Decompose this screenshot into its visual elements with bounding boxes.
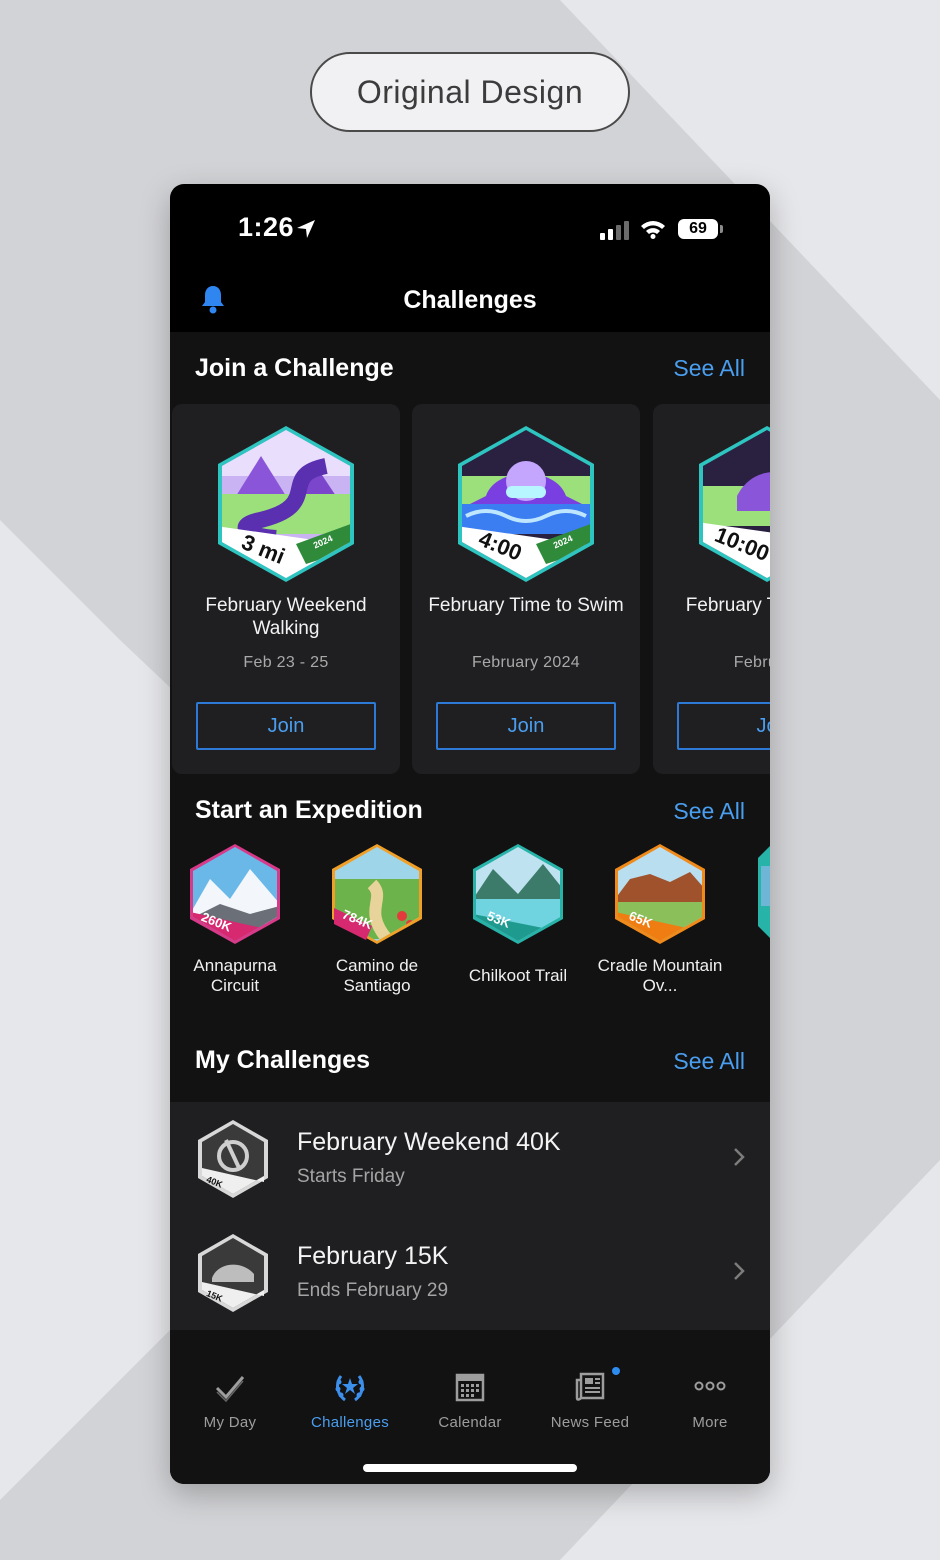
- camino-badge-icon: 784K: [332, 844, 422, 944]
- cradle-mountain-badge-icon: 65K: [615, 844, 705, 944]
- tab-challenges[interactable]: Challenges: [290, 1370, 410, 1431]
- expedition-label: Chilkoot Trail: [468, 966, 568, 985]
- news-feed-notification-dot: [612, 1367, 620, 1375]
- join-button[interactable]: Jo: [677, 702, 770, 750]
- join-button[interactable]: Join: [196, 702, 376, 750]
- challenge-card[interactable]: 3 mi 2024 February Weekend Walking Feb 2…: [172, 404, 400, 774]
- nav-header: Challenges: [170, 274, 770, 332]
- tab-calendar[interactable]: Calendar: [410, 1370, 530, 1431]
- tab-label: My Day: [203, 1414, 257, 1431]
- challenge-card[interactable]: 10:00 February Time to R February Jo: [653, 404, 770, 774]
- expedition-see-all-link[interactable]: See All: [673, 798, 745, 825]
- expedition-section-title: Start an Expedition: [195, 796, 423, 824]
- more-dots-icon: [694, 1381, 726, 1391]
- join-section-title: Join a Challenge: [195, 354, 394, 382]
- challenge-name: February Time to Swim: [428, 595, 624, 616]
- challenge-title: February 15K: [297, 1242, 449, 1270]
- expedition-label: Cradle Mountain Ov...: [597, 956, 723, 995]
- home-indicator[interactable]: [363, 1464, 577, 1472]
- my-challenges-section-title: My Challenges: [195, 1046, 371, 1074]
- my-challenge-row[interactable]: 40K February Weekend 40K Starts Friday: [170, 1102, 770, 1216]
- phone-screen: 1:26 69 Challenges Join a Challenge See …: [170, 184, 770, 1484]
- challenge-date: Feb 23 - 25: [243, 654, 329, 671]
- location-arrow-icon: [297, 220, 315, 238]
- challenge-name: February Weekend Walking: [205, 595, 367, 639]
- cellular-signal-icon: [600, 220, 629, 240]
- join-see-all-link[interactable]: See All: [673, 355, 745, 382]
- challenge-status: Starts Friday: [297, 1166, 405, 1187]
- content-area: Join a Challenge See All 3 mi 2024 Febru…: [170, 332, 770, 1358]
- chevron-right-icon: [734, 1148, 745, 1166]
- join-button[interactable]: Join: [436, 702, 616, 750]
- expedition-label: Camino de Santiago: [335, 956, 419, 995]
- chevron-right-icon: [734, 1262, 745, 1280]
- calendar-icon: [455, 1373, 485, 1402]
- challenge-status: Ends February 29: [297, 1280, 449, 1301]
- wifi-icon: [641, 221, 665, 239]
- battery-indicator: 69: [678, 219, 723, 239]
- running-shoe-badge-icon: 15K: [198, 1234, 268, 1312]
- annapurna-badge-icon: 260K: [190, 844, 280, 944]
- checkmark-icon: [215, 1376, 245, 1403]
- expedition-badge-partial-icon: [758, 846, 770, 938]
- my-challenges-see-all-link[interactable]: See All: [673, 1048, 745, 1075]
- chilkoot-badge-icon: 53K: [473, 844, 563, 944]
- run-challenge-badge-icon: 10:00: [699, 426, 770, 582]
- tab-label: More: [692, 1414, 728, 1431]
- tab-my-day[interactable]: My Day: [170, 1370, 290, 1431]
- tab-label: Calendar: [438, 1414, 502, 1431]
- tab-news-feed[interactable]: News Feed: [530, 1370, 650, 1431]
- challenge-date: February: [733, 654, 770, 671]
- tab-label: Challenges: [310, 1414, 390, 1431]
- cycling-badge-icon: 40K: [198, 1120, 268, 1198]
- challenge-date: February 2024: [472, 654, 580, 671]
- tab-more[interactable]: More: [650, 1370, 770, 1431]
- challenge-title: February Weekend 40K: [297, 1128, 561, 1156]
- news-feed-icon: [575, 1372, 605, 1401]
- challenge-name: February Time to R: [685, 595, 770, 616]
- expedition-label: Annapurna Circuit: [193, 956, 277, 995]
- challenge-card[interactable]: 4:00 2024 February Time to Swim February…: [412, 404, 640, 774]
- page-title: Challenges: [403, 286, 537, 314]
- tab-label: News Feed: [550, 1414, 630, 1431]
- status-time: 1:26: [238, 212, 295, 242]
- walking-challenge-badge-icon: 3 mi 2024: [218, 426, 354, 582]
- my-challenge-row[interactable]: 15K February 15K Ends February 29: [170, 1216, 770, 1330]
- original-design-label: Original Design: [310, 52, 630, 132]
- laurel-icon: [335, 1375, 365, 1402]
- swim-challenge-badge-icon: 4:00 2024: [458, 426, 594, 582]
- status-bar: 1:26 69: [170, 184, 770, 274]
